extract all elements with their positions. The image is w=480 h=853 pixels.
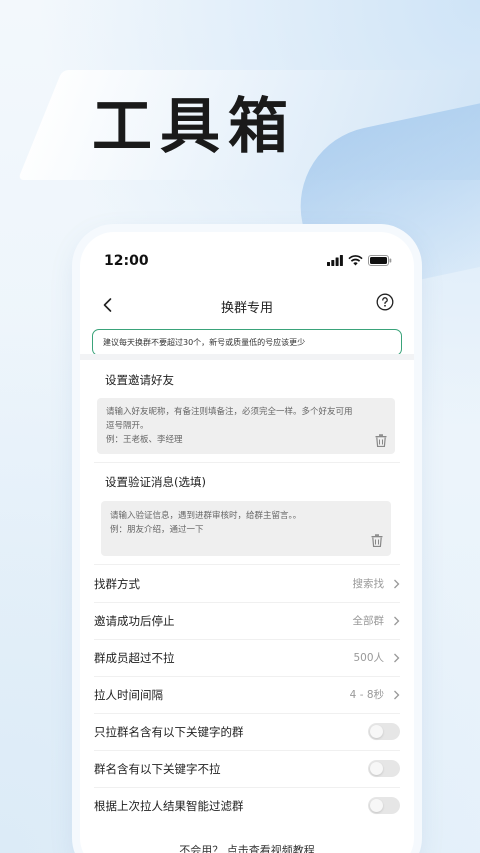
setting-label: 找群方式 (94, 576, 140, 591)
chevron-right-icon (394, 579, 400, 588)
trash-icon[interactable] (375, 434, 387, 447)
status-icons (327, 255, 392, 266)
help-icon[interactable] (376, 293, 394, 311)
setting-row-member-limit[interactable]: 群成员超过不拉 500人 (94, 639, 400, 676)
toggle-label: 只拉群名含有以下关键字的群 (94, 724, 244, 739)
hero-title: 工具箱 (92, 92, 296, 162)
setting-row-interval[interactable]: 拉人时间间隔 4 - 8秒 (94, 676, 400, 713)
wifi-icon (348, 255, 363, 266)
notice-banner: 建议每天换群不要超过30个，新号或质量低的号应该更少 (92, 329, 402, 356)
chevron-right-icon (394, 690, 400, 699)
verify-message-input[interactable]: 请输入验证信息，遇到进群审核时，给群主留言。。 例：朋友介绍，通过一下 (101, 501, 391, 556)
invite-placeholder-line1: 请输入好友昵称，有备注则填备注，必须完全一样。多个好友可用 (106, 407, 353, 417)
invite-section-title: 设置邀请好友 (105, 373, 174, 387)
signal-icon (327, 255, 343, 266)
toggle-label: 群名含有以下关键字不拉 (94, 761, 221, 776)
toggle-row-keyword-exclude: 群名含有以下关键字不拉 (94, 750, 400, 787)
nav-bar: 换群专用 (80, 290, 414, 324)
status-bar: 12:00 (80, 232, 414, 290)
verify-section-title: 设置验证消息(选填) (105, 475, 206, 489)
status-time: 12:00 (104, 253, 149, 269)
setting-value: 搜索找 (352, 578, 385, 590)
phone-screen: 12:00 换群专用 建议每天换群不要超过30个，新号或质量低的号应该更少 设置… (80, 232, 414, 853)
setting-value: 全部群 (352, 615, 385, 627)
battery-icon (368, 255, 392, 266)
toggle-switch[interactable] (368, 723, 400, 740)
section-gap (80, 354, 414, 360)
invite-placeholder-line2: 逗号隔开。 (106, 421, 149, 431)
verify-placeholder-line2: 例：朋友介绍，通过一下 (110, 525, 204, 535)
page-title: 换群专用 (220, 301, 273, 316)
setting-label: 群成员超过不拉 (94, 650, 175, 665)
toggle-row-smart-filter: 根据上次拉人结果智能过滤群 (94, 787, 400, 824)
divider (94, 462, 400, 463)
toggle-switch[interactable] (368, 760, 400, 777)
setting-value: 4 - 8秒 (349, 689, 384, 701)
toggle-switch[interactable] (368, 797, 400, 814)
setting-label: 拉人时间间隔 (94, 687, 163, 702)
setting-value: 500人 (353, 652, 384, 664)
invite-friends-input[interactable]: 请输入好友昵称，有备注则填备注，必须完全一样。多个好友可用 逗号隔开。 例：王老… (97, 398, 395, 454)
chevron-right-icon (394, 653, 400, 662)
toggle-row-keyword-only: 只拉群名含有以下关键字的群 (94, 713, 400, 750)
video-tutorial-link[interactable]: 不会用？ 点击查看视频教程 (80, 842, 414, 853)
setting-row-stop-after[interactable]: 邀请成功后停止 全部群 (94, 602, 400, 639)
toggle-label: 根据上次拉人结果智能过滤群 (94, 798, 244, 813)
invite-placeholder-line3: 例：王老板、李经理 (106, 435, 183, 445)
setting-row-find-method[interactable]: 找群方式 搜索找 (94, 565, 400, 602)
chevron-right-icon (394, 616, 400, 625)
verify-placeholder-line1: 请输入验证信息，遇到进群审核时，给群主留言。。 (110, 511, 302, 521)
setting-label: 邀请成功后停止 (94, 613, 175, 628)
trash-icon[interactable] (371, 534, 383, 547)
